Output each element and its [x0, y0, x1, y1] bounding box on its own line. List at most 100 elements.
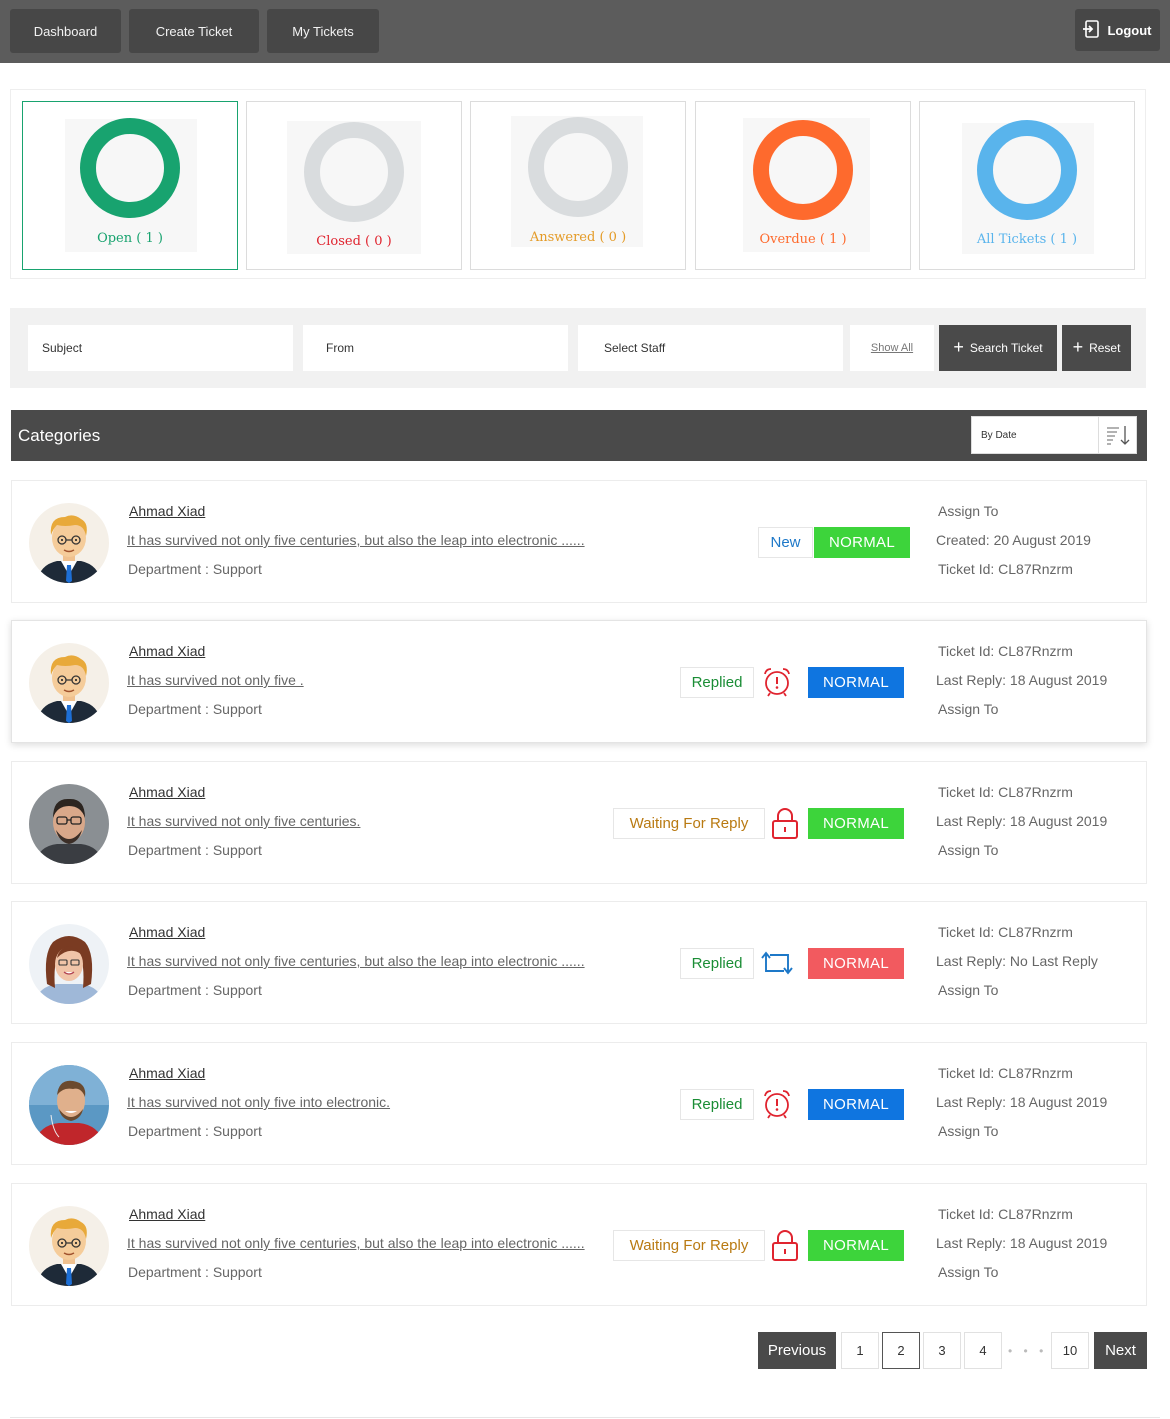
ticket-status-badge: Waiting For Reply — [613, 808, 765, 839]
ticket-meta-line-3: Assign To — [938, 982, 999, 998]
ticket-subject-link[interactable]: It has survived not only five into elect… — [127, 1094, 390, 1110]
subject-input[interactable]: Subject — [28, 325, 293, 371]
search-ticket-label: Search Ticket — [969, 341, 1043, 355]
cartoon-man-avatar — [29, 643, 109, 723]
open-ring-icon — [80, 118, 180, 219]
nav-create-ticket-button[interactable]: Create Ticket — [129, 9, 259, 53]
ticket-row[interactable]: Ahmad Xiad It has survived not only five … — [11, 1183, 1147, 1306]
ticket-status-badge: Replied — [680, 948, 754, 979]
page-button-2[interactable]: 2 — [882, 1332, 920, 1369]
repeat-icon — [760, 946, 794, 980]
closed-ring-icon — [304, 121, 404, 222]
ticket-priority-badge: NORMAL — [814, 527, 910, 558]
ticket-meta-line-3: Assign To — [938, 1123, 999, 1139]
top-navbar: Dashboard Create Ticket My Tickets Logou… — [0, 0, 1170, 63]
ticket-meta-line-1: Ticket Id: CL87Rnzrm — [938, 1065, 1073, 1081]
ticket-subject-link[interactable]: It has survived not only five centuries,… — [127, 953, 585, 969]
select-staff-dropdown[interactable]: Select Staff — [578, 325, 843, 371]
ticket-priority-badge: NORMAL — [808, 667, 904, 698]
ticket-department: Department : Support — [128, 561, 262, 577]
ticket-meta-line-1: Assign To — [938, 503, 999, 519]
reset-label: Reset — [1089, 341, 1121, 355]
man-red-shirt-photo — [29, 1065, 109, 1145]
ticket-meta-line-2: Created: 20 August 2019 — [936, 532, 1091, 548]
search-ticket-button[interactable]: + Search Ticket — [939, 325, 1057, 371]
ticket-status-badge: New — [758, 527, 813, 558]
categories-header: Categories By Date — [11, 410, 1147, 461]
ticket-row[interactable]: Ahmad Xiad It has survived not only five … — [11, 480, 1147, 603]
ticket-priority-badge: NORMAL — [808, 1230, 904, 1261]
ticket-row[interactable]: Ahmad Xiad It has survived not only five … — [11, 1042, 1147, 1165]
ticket-department: Department : Support — [128, 982, 262, 998]
ticket-author-link[interactable]: Ahmad Xiad — [129, 1065, 205, 1081]
ticket-department: Department : Support — [128, 1123, 262, 1139]
stat-card-all-tickets[interactable]: All Tickets ( 1 ) — [919, 101, 1135, 270]
cartoon-man-avatar — [29, 503, 109, 583]
filter-bar: Subject From Select Staff Show All + Sea… — [10, 308, 1146, 388]
stat-answered-label: Answered ( 0 ) — [529, 230, 627, 245]
answered-ring-icon — [528, 116, 628, 217]
ticket-meta-line-1: Ticket Id: CL87Rnzrm — [938, 643, 1073, 659]
categories-title: Categories — [18, 426, 101, 445]
ticket-subject-link[interactable]: It has survived not only five . — [127, 672, 304, 688]
show-all-link[interactable]: Show All — [850, 325, 934, 371]
nav-dashboard-button[interactable]: Dashboard — [10, 9, 121, 53]
logout-label: Logout — [1107, 22, 1152, 38]
page-button-10[interactable]: 10 — [1051, 1332, 1089, 1369]
reset-button[interactable]: + Reset — [1062, 325, 1131, 371]
ticket-stats-panel: Open ( 1 ) Closed ( 0 ) Answered ( 0 ) O… — [10, 89, 1146, 279]
ticket-meta-line-1: Ticket Id: CL87Rnzrm — [938, 924, 1073, 940]
overdue-ring-icon — [753, 120, 853, 221]
logout-button[interactable]: Logout — [1075, 9, 1160, 51]
ticket-meta-line-2: Last Reply: 18 August 2019 — [936, 1235, 1108, 1251]
ticket-row[interactable]: Ahmad Xiad It has survived not only five … — [11, 901, 1147, 1024]
ticket-row[interactable]: Ahmad Xiad It has survived not only five … — [11, 620, 1147, 743]
stat-card-open[interactable]: Open ( 1 ) — [22, 101, 238, 270]
from-input[interactable]: From — [303, 325, 568, 371]
stat-card-answered[interactable]: Answered ( 0 ) — [470, 101, 686, 270]
ticket-meta-line-2: Last Reply: No Last Reply — [936, 953, 1098, 969]
ticket-meta-line-3: Ticket Id: CL87Rnzrm — [938, 561, 1073, 577]
sort-descending-icon[interactable] — [1098, 417, 1136, 453]
stat-card-overdue[interactable]: Overdue ( 1 ) — [695, 101, 911, 270]
ticket-meta-line-3: Assign To — [938, 701, 999, 717]
ticket-author-link[interactable]: Ahmad Xiad — [129, 503, 205, 519]
ticket-subject-link[interactable]: It has survived not only five centuries,… — [127, 532, 585, 548]
page-button-1[interactable]: 1 — [841, 1332, 879, 1369]
ticket-meta-line-2: Last Reply: 18 August 2019 — [936, 813, 1108, 829]
ticket-meta-line-2: Last Reply: 18 August 2019 — [936, 1094, 1108, 1110]
logout-icon — [1083, 19, 1100, 41]
ticket-meta-line-1: Ticket Id: CL87Rnzrm — [938, 784, 1073, 800]
ticket-subject-link[interactable]: It has survived not only five centuries. — [127, 813, 360, 829]
ticket-department: Department : Support — [128, 842, 262, 858]
ticket-subject-link[interactable]: It has survived not only five centuries,… — [127, 1235, 585, 1251]
stat-overdue-label: Overdue ( 1 ) — [759, 232, 847, 247]
ticket-status-badge: Replied — [680, 667, 754, 698]
ticket-author-link[interactable]: Ahmad Xiad — [129, 643, 205, 659]
lock-icon — [768, 1228, 802, 1262]
man-with-glasses-photo — [29, 784, 109, 864]
ticket-priority-badge: NORMAL — [808, 1089, 904, 1120]
page-button-3[interactable]: 3 — [923, 1332, 961, 1369]
sort-dropdown[interactable]: By Date — [971, 416, 1137, 454]
ticket-author-link[interactable]: Ahmad Xiad — [129, 1206, 205, 1222]
previous-page-button[interactable]: Previous — [758, 1332, 836, 1369]
next-page-button[interactable]: Next — [1094, 1332, 1147, 1369]
stat-open-label: Open ( 1 ) — [97, 231, 163, 246]
plus-icon: + — [953, 337, 964, 357]
ticket-status-badge: Replied — [680, 1089, 754, 1120]
alarm-clock-icon — [760, 665, 794, 699]
ticket-department: Department : Support — [128, 701, 262, 717]
ticket-priority-badge: NORMAL — [808, 948, 904, 979]
ticket-priority-badge: NORMAL — [808, 808, 904, 839]
plus-icon: + — [1072, 337, 1084, 357]
ticket-row[interactable]: Ahmad Xiad It has survived not only five … — [11, 761, 1147, 884]
ticket-author-link[interactable]: Ahmad Xiad — [129, 924, 205, 940]
page-button-4[interactable]: 4 — [964, 1332, 1002, 1369]
ticket-meta-line-2: Last Reply: 18 August 2019 — [936, 672, 1108, 688]
footer-divider — [10, 1417, 1160, 1418]
ticket-author-link[interactable]: Ahmad Xiad — [129, 784, 205, 800]
nav-my-tickets-button[interactable]: My Tickets — [267, 9, 379, 53]
ticket-status-badge: Waiting For Reply — [613, 1230, 765, 1261]
stat-card-closed[interactable]: Closed ( 0 ) — [246, 101, 462, 270]
